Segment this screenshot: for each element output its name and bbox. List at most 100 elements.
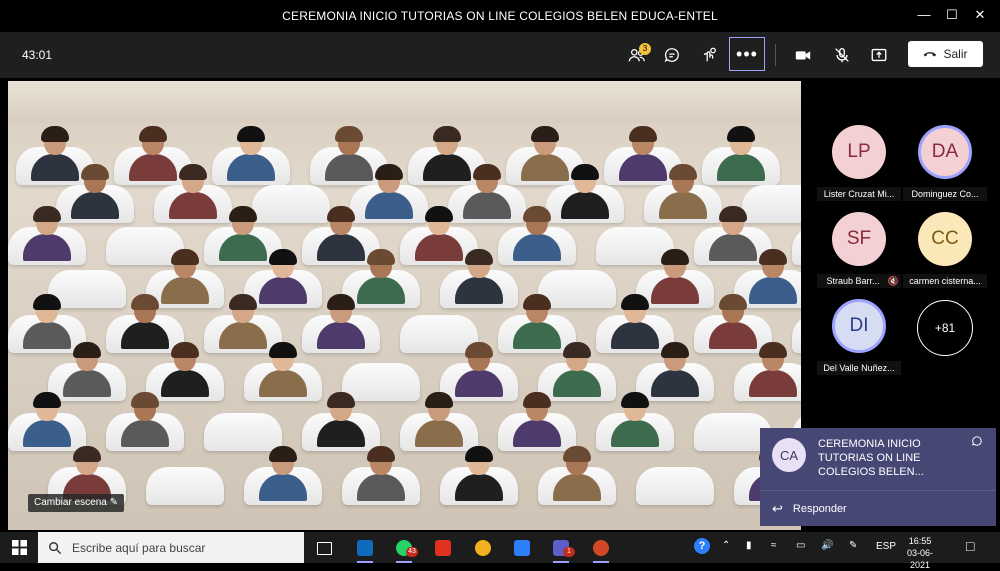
attendee-video [57, 342, 117, 397]
chevron-up-icon[interactable]: ⌃ [722, 540, 730, 551]
attendee-video [449, 342, 509, 397]
participant-tile[interactable]: CC carmen cisterna... [903, 212, 987, 292]
participant-tile[interactable]: SF Straub Barr... 🔇 [817, 212, 901, 292]
meeting-timer: 43:01 [22, 48, 53, 62]
attendee-video [507, 392, 567, 447]
participant-name: carmen cisterna... [903, 274, 987, 288]
participant-name: Straub Barr... 🔇 [817, 274, 901, 288]
attendee-video [605, 294, 665, 349]
reply-button[interactable]: ↩ Responder [760, 492, 996, 526]
attendee-video [115, 392, 175, 447]
attendee-video [547, 342, 607, 397]
close-button[interactable]: ✕ [969, 5, 991, 25]
attendee-video [155, 342, 215, 397]
leave-button[interactable]: Salir [908, 41, 983, 67]
auditorium-seat [204, 413, 282, 451]
attendee-video [711, 126, 771, 181]
attendee-video [449, 249, 509, 304]
teams-badge: 1 [563, 547, 575, 557]
meeting-toolbar: 43:01 3 ••• Salir [0, 32, 1000, 78]
taskbar-app-teams[interactable]: 1 [547, 536, 575, 563]
powerpoint-icon [593, 540, 609, 556]
sender-avatar: CA [772, 438, 806, 472]
attendee-video [253, 342, 313, 397]
attendee-video [449, 446, 509, 501]
pencil-icon: ✎ [109, 497, 118, 508]
taskbar-search-box[interactable]: Escribe aquí para buscar [38, 532, 304, 563]
leave-label: Salir [943, 47, 968, 61]
attendee-video [645, 342, 705, 397]
more-actions-button[interactable]: ••• [729, 37, 765, 71]
system-clock[interactable]: 16:55 03-06-2021 [898, 535, 942, 571]
participant-avatar: DA [918, 125, 972, 179]
toolbar-divider [775, 44, 776, 66]
maximize-button[interactable]: ☐ [941, 5, 963, 25]
attendee-video [547, 446, 607, 501]
attendee-video [17, 206, 77, 261]
participant-name: Dominguez Co... [903, 187, 987, 201]
notification-center-icon[interactable]: □ [966, 538, 974, 554]
mic-off-icon: 🔇 [887, 276, 899, 286]
more-participants-button[interactable]: +81 [917, 300, 973, 356]
auditorium-wall [8, 81, 801, 123]
taskbar-app-acrobat[interactable] [429, 536, 457, 560]
participants-button[interactable]: 3 [622, 40, 652, 70]
auditorium-seat [146, 467, 224, 505]
mic-off-icon [835, 48, 849, 63]
participant-name: Lister Cruzat Mi... [817, 187, 901, 201]
pen-icon[interactable]: ✎ [849, 540, 857, 551]
whatsapp-badge: 43 [406, 547, 418, 557]
share-button[interactable] [864, 40, 894, 70]
mic-button[interactable] [827, 40, 857, 70]
camera-button[interactable] [788, 40, 818, 70]
chat-notification[interactable]: CA CEREMONIA INICIO TUTORIAS ON LINE COL… [760, 428, 996, 526]
reactions-icon [703, 47, 716, 62]
clock-date: 03-06-2021 [906, 548, 933, 570]
participant-tile[interactable]: DA Dominguez Co... [903, 125, 987, 205]
chat-button[interactable] [657, 40, 687, 70]
minimize-button[interactable]: — [913, 5, 935, 25]
acrobat-icon [435, 540, 451, 556]
attendee-video [17, 294, 77, 349]
attendee-video [221, 126, 281, 181]
volume-icon[interactable]: 🔊 [821, 540, 833, 551]
title-bar: CEREMONIA INICIO TUTORIAS ON LINE COLEGI… [0, 0, 1000, 32]
task-view-icon [316, 541, 332, 555]
chrome-icon [475, 540, 491, 556]
change-scene-button[interactable]: Cambiar escena ✎ [28, 494, 124, 512]
attendee-video [703, 294, 763, 349]
window-title: CEREMONIA INICIO TUTORIAS ON LINE COLEGI… [282, 9, 718, 23]
attendee-video [253, 446, 313, 501]
search-placeholder: Escribe aquí para buscar [72, 540, 206, 555]
attendee-video [605, 392, 665, 447]
search-icon [49, 541, 62, 554]
participant-tile[interactable]: LP Lister Cruzat Mi... [817, 125, 901, 205]
battery-icon[interactable]: ▭ [796, 540, 805, 551]
attendee-video [311, 294, 371, 349]
taskbar-app-task-view[interactable] [310, 536, 338, 560]
taskbar-app-whatsapp[interactable]: 43 [390, 536, 418, 563]
outlook-icon [357, 540, 373, 556]
notification-divider [760, 490, 996, 491]
participant-avatar: DI [832, 299, 886, 353]
taskbar-app-chrome[interactable] [469, 536, 497, 560]
participants-badge: 3 [639, 43, 651, 55]
chat-icon [664, 48, 679, 63]
participant-name-text: Straub Barr... [826, 276, 880, 286]
attendee-video [409, 392, 469, 447]
help-icon[interactable]: ? [694, 538, 710, 554]
microphone-icon[interactable]: ▮ [746, 540, 752, 551]
start-button[interactable] [0, 532, 38, 563]
network-icon[interactable]: ≈ [771, 540, 777, 551]
together-mode-stage [8, 81, 801, 530]
windows-logo-icon [11, 540, 27, 555]
change-scene-label: Cambiar escena [34, 497, 107, 508]
share-icon [871, 48, 887, 62]
language-indicator[interactable]: ESP [876, 541, 896, 552]
taskbar-app-powerpoint[interactable] [587, 536, 615, 563]
taskbar-app-outlook[interactable] [351, 536, 379, 563]
taskbar-app-power-automate[interactable] [508, 536, 536, 560]
reactions-button[interactable] [694, 40, 724, 70]
attendee-video [115, 294, 175, 349]
participant-tile[interactable]: DI Del Valle Nuñez... [817, 299, 901, 379]
